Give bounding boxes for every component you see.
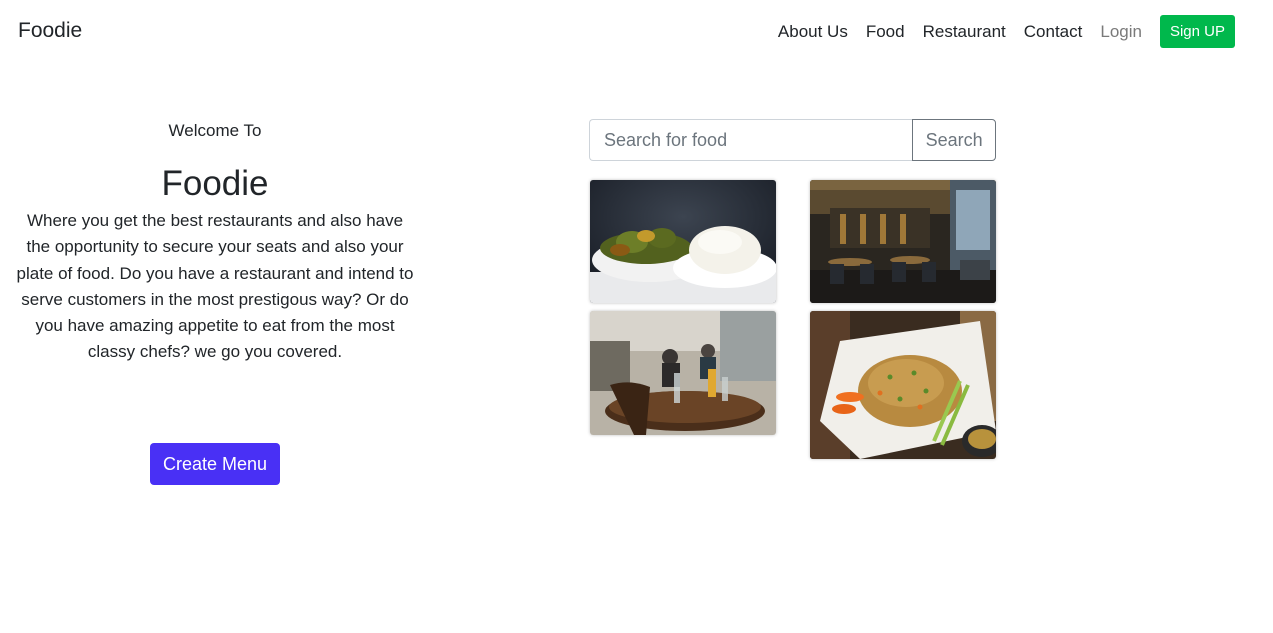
navbar: Foodie About Us Food Restaurant Contact …: [0, 0, 1273, 64]
search-input[interactable]: [589, 119, 913, 161]
fried-rice-plate-photo: [810, 311, 996, 459]
food-card-soup-fufu[interactable]: [590, 180, 776, 303]
nav-link-restaurant[interactable]: Restaurant: [923, 19, 1006, 45]
cafe-table-photo: [590, 311, 776, 435]
vegetable-soup-with-fufu-photo: [590, 180, 776, 303]
restaurant-interior-photo: [810, 180, 996, 303]
hero-section: Welcome To Foodie Where you get the best…: [13, 118, 417, 366]
signup-button[interactable]: Sign UP: [1159, 15, 1235, 48]
create-menu-button[interactable]: Create Menu: [150, 443, 280, 485]
food-card-fried-rice[interactable]: [810, 311, 996, 459]
brand-logo[interactable]: Foodie: [18, 19, 82, 43]
nav-link-food[interactable]: Food: [866, 19, 905, 45]
hero-title: Foodie: [161, 164, 269, 203]
hero-description: Where you get the best restaurants and a…: [16, 211, 414, 362]
nav-link-login[interactable]: Login: [1100, 19, 1142, 45]
restaurant-card-cafe[interactable]: [590, 311, 776, 435]
restaurant-card-interior[interactable]: [810, 180, 996, 303]
nav-link-contact[interactable]: Contact: [1024, 19, 1083, 45]
search-form: Search: [589, 119, 996, 161]
nav-link-about-us[interactable]: About Us: [778, 19, 848, 45]
search-button[interactable]: Search: [912, 119, 996, 161]
welcome-text: Welcome To: [168, 121, 262, 140]
nav-links: About Us Food Restaurant Contact Login S…: [760, 15, 1235, 48]
